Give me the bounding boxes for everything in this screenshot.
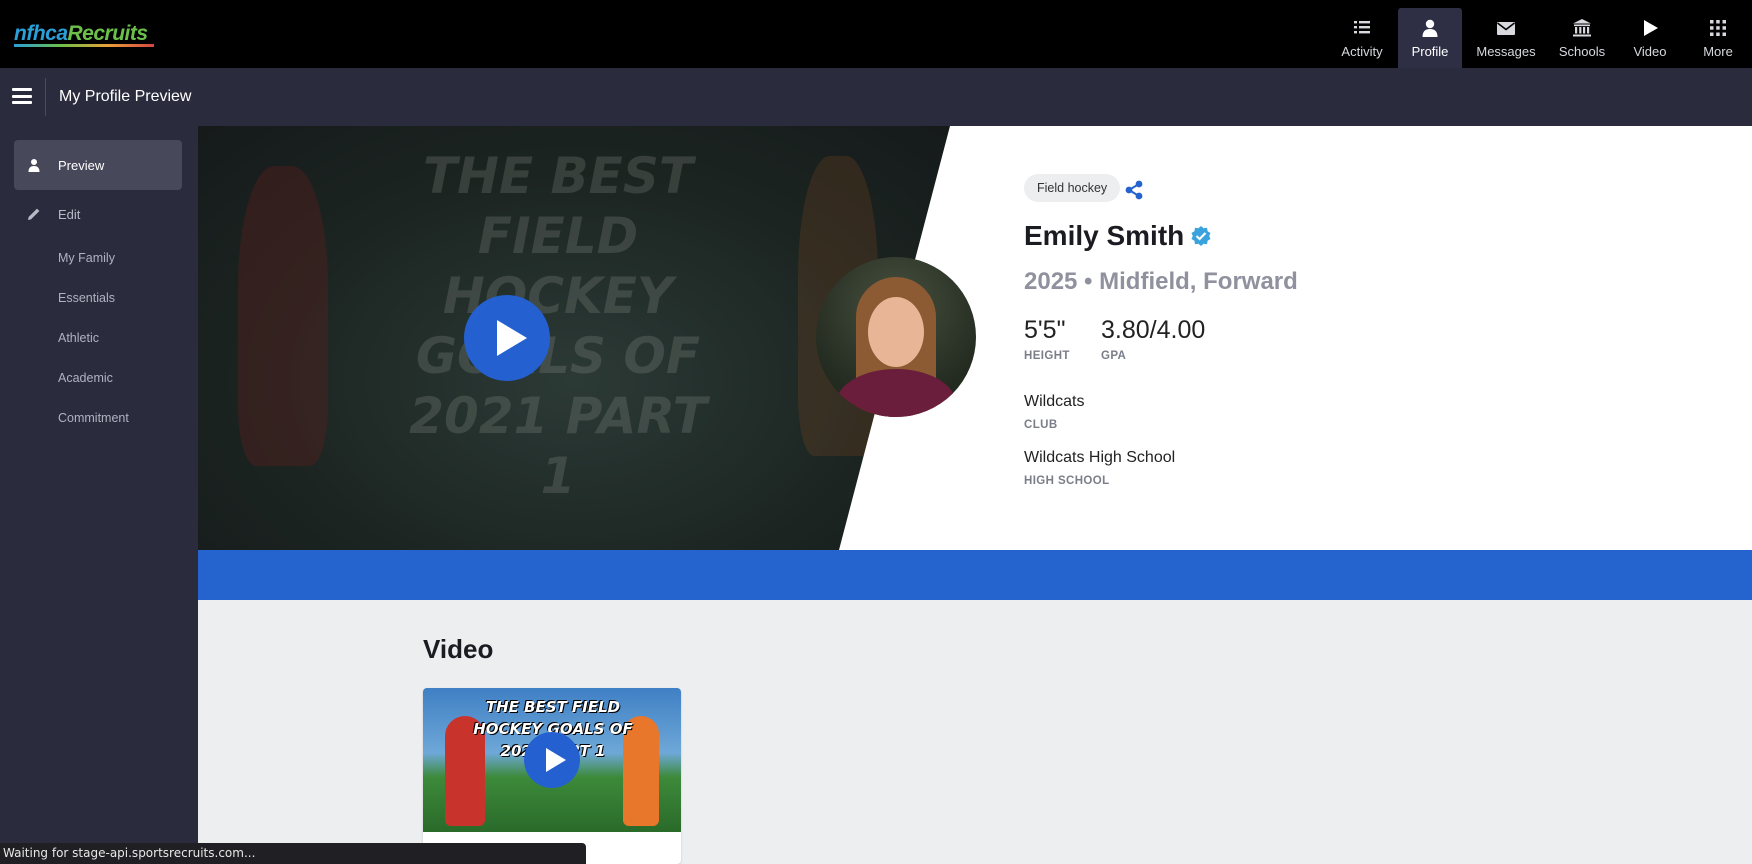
sidebar-item-my-family[interactable]: My Family: [58, 251, 115, 265]
accent-band: [198, 550, 1752, 600]
athlete-name: Emily Smith: [1024, 220, 1185, 251]
nav-video[interactable]: Video: [1618, 8, 1682, 68]
logo-text-recruits: Recruits: [67, 22, 149, 45]
verified-badge-icon: [1191, 226, 1211, 246]
pencil-icon: [28, 208, 40, 220]
gpa-value: 3.80/4.00: [1101, 316, 1206, 344]
browser-status-bar: Waiting for stage-api.sportsrecruits.com…: [0, 843, 586, 864]
club-label: CLUB: [1024, 419, 1058, 431]
nav-messages[interactable]: Messages: [1466, 8, 1546, 68]
avatar-face: [868, 297, 924, 367]
play-icon: [1644, 19, 1658, 36]
sidebar-item-edit[interactable]: Edit: [14, 189, 182, 239]
sidebar: Preview Edit My Family Essentials Athlet…: [0, 126, 198, 864]
height-value: 5'5": [1024, 316, 1066, 344]
nav-profile-label: Profile: [1411, 43, 1449, 59]
nav-activity[interactable]: Activity: [1330, 8, 1394, 68]
envelope-icon: [1497, 21, 1515, 35]
athlete-year-positions: 2025 • Midfield, Forward: [1024, 268, 1298, 295]
sidebar-item-preview-label: Preview: [58, 157, 105, 173]
hero-video-thumbnail-text: THE BEST FIELD HOCKEY GOALS OF 2021 PART…: [409, 147, 707, 505]
person-icon: [1422, 19, 1438, 37]
header-divider: [45, 78, 46, 116]
top-nav: nfhcaRecruits Activity Profile Messages …: [0, 0, 1752, 68]
avatar-shirt: [836, 369, 956, 417]
height-label: HEIGHT: [1024, 350, 1070, 362]
profile-hero: THE BEST FIELD HOCKEY GOALS OF 2021 PART…: [198, 126, 1752, 550]
club-value: Wildcats: [1024, 393, 1085, 410]
sidebar-item-essentials[interactable]: Essentials: [58, 291, 115, 305]
list-icon: [1354, 20, 1370, 33]
gpa-label: GPA: [1101, 350, 1127, 362]
logo-underline: [14, 44, 154, 47]
nav-video-label: Video: [1633, 43, 1667, 59]
share-icon[interactable]: [1123, 179, 1145, 201]
nav-profile[interactable]: Profile: [1398, 8, 1462, 68]
video-thumbnail[interactable]: THE BEST FIELD HOCKEY GOALS OF 2021 PART…: [423, 688, 681, 832]
high-school-value: Wildcats High School: [1024, 449, 1176, 466]
video-card[interactable]: THE BEST FIELD HOCKEY GOALS OF 2021 PART…: [423, 688, 681, 864]
sidebar-item-academic[interactable]: Academic: [58, 371, 113, 385]
sidebar-item-commitment[interactable]: Commitment: [58, 411, 129, 425]
nav-schools-label: Schools: [1558, 43, 1606, 59]
sport-tag: Field hockey: [1024, 174, 1121, 202]
nav-activity-label: Activity: [1341, 43, 1383, 59]
player-silhouette-left: [238, 166, 328, 466]
nfhca-recruits-logo[interactable]: nfhcaRecruits: [14, 22, 148, 46]
high-school-label: HIGH SCHOOL: [1024, 475, 1110, 487]
nav-more[interactable]: More: [1686, 8, 1750, 68]
institution-icon: [1573, 18, 1591, 36]
person-icon: [28, 159, 40, 172]
sidebar-item-edit-label: Edit: [58, 206, 81, 222]
video-section-title: Video: [423, 634, 494, 664]
hamburger-menu-icon[interactable]: [12, 88, 32, 104]
sidebar-item-athletic[interactable]: Athletic: [58, 331, 99, 345]
nav-messages-label: Messages: [1476, 43, 1536, 59]
logo-text-nfhca: nfhca: [14, 22, 68, 45]
hero-play-button[interactable]: [464, 295, 550, 381]
avatar: [816, 257, 976, 417]
grid-icon: [1710, 19, 1726, 36]
top-nav-items: Activity Profile Messages Schools Video …: [1328, 8, 1752, 68]
video-play-button[interactable]: [524, 732, 580, 788]
nav-schools[interactable]: Schools: [1550, 8, 1614, 68]
page-title: My Profile Preview: [59, 88, 192, 105]
sidebar-item-preview[interactable]: Preview: [14, 140, 182, 190]
page-header-bar: My Profile Preview: [0, 68, 1752, 126]
nav-more-label: More: [1703, 43, 1733, 59]
